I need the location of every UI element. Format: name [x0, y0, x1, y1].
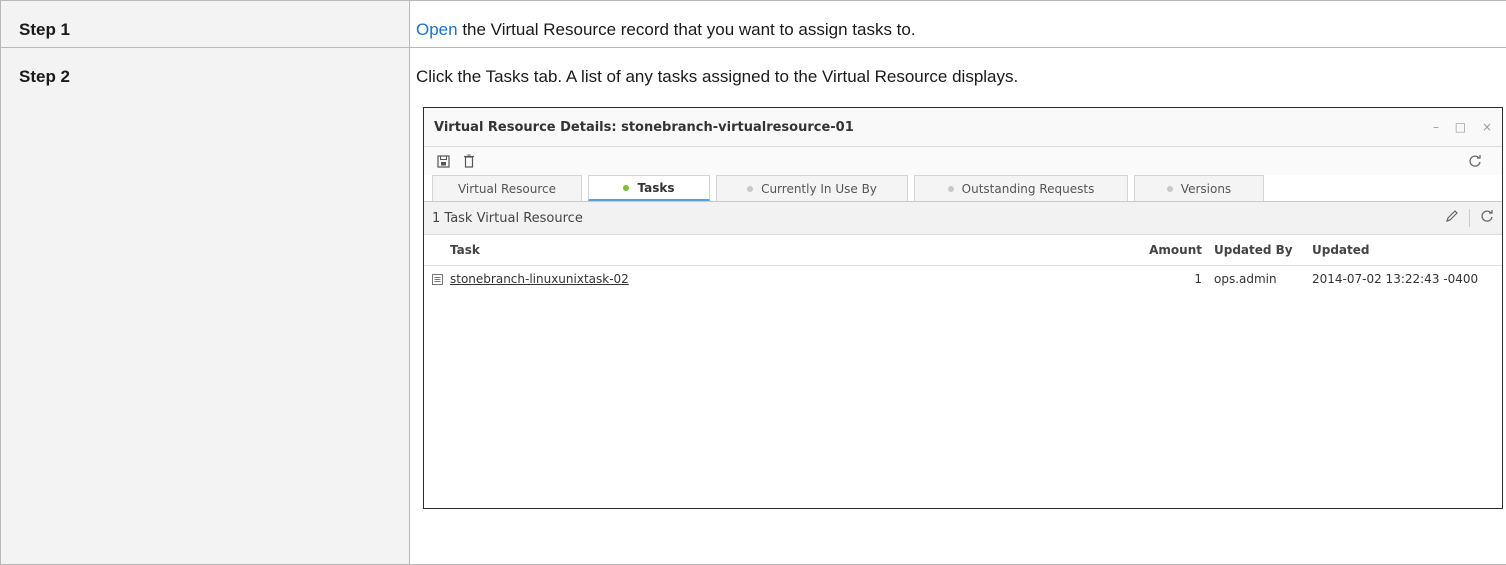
task-record-icon	[424, 273, 450, 285]
step-body-cell: Click the Tasks tab. A list of any tasks…	[409, 47, 1506, 565]
tab-tasks[interactable]: Tasks	[588, 175, 710, 201]
status-dot-icon	[947, 185, 954, 192]
step-row-2: Step 2 Click the Tasks tab. A list of an…	[0, 47, 1506, 565]
table-row[interactable]: stonebranch-linuxunixtask-02 1 ops.admin…	[424, 266, 1502, 292]
open-link[interactable]: Open	[416, 20, 458, 39]
step-1-text: Open the Virtual Resource record that yo…	[410, 1, 1506, 40]
step-2-text: Click the Tasks tab. A list of any tasks…	[416, 67, 1019, 86]
tab-label: Outstanding Requests	[961, 181, 1095, 196]
column-header-task[interactable]: Task	[450, 243, 1144, 257]
column-header-updated-by[interactable]: Updated By	[1214, 243, 1312, 257]
save-icon[interactable]	[434, 152, 452, 170]
window-toolbar	[424, 147, 1502, 175]
task-table-header: Task Amount Updated By Updated	[424, 235, 1502, 266]
task-list-title: 1 Task Virtual Resource	[432, 210, 583, 226]
column-header-updated[interactable]: Updated	[1312, 243, 1502, 257]
virtual-resource-details-window: Virtual Resource Details: stonebranch-vi…	[423, 107, 1503, 509]
window-title-bar: Virtual Resource Details: stonebranch-vi…	[424, 108, 1502, 147]
refresh-icon[interactable]	[1466, 152, 1484, 170]
step-2-label: Step 2	[19, 67, 71, 86]
step-label-cell: Step 1	[0, 0, 410, 48]
tab-label: Versions	[1180, 181, 1232, 196]
column-header-amount[interactable]: Amount	[1144, 243, 1214, 257]
edit-icon[interactable]	[1445, 209, 1459, 227]
step-1-text-rest: the Virtual Resource record that you wan…	[457, 20, 916, 39]
maximize-icon[interactable]: □	[1455, 120, 1466, 134]
status-dot-icon	[747, 185, 754, 192]
updated-by-cell: ops.admin	[1214, 272, 1277, 286]
task-cell: stonebranch-linuxunixtask-02	[450, 272, 1144, 286]
task-list-header: 1 Task Virtual Resource	[424, 202, 1502, 235]
detail-tabs: Virtual Resource Tasks Currently In Use …	[424, 175, 1502, 202]
status-dot-icon	[1166, 185, 1173, 192]
amount-cell: 1	[1194, 272, 1202, 286]
tab-currently-in-use-by[interactable]: Currently In Use By	[716, 175, 908, 201]
step-1-label: Step 1	[19, 20, 71, 39]
close-icon[interactable]: ×	[1482, 120, 1492, 134]
tab-virtual-resource[interactable]: Virtual Resource	[432, 175, 582, 201]
divider	[1469, 209, 1470, 227]
window-controls: – □ ×	[1421, 120, 1492, 134]
window-title: Virtual Resource Details: stonebranch-vi…	[434, 119, 854, 135]
list-refresh-icon[interactable]	[1480, 209, 1494, 227]
step-body-cell: Open the Virtual Resource record that yo…	[409, 0, 1506, 48]
tab-label: Virtual Resource	[457, 181, 557, 196]
task-link[interactable]: stonebranch-linuxunixtask-02	[450, 272, 629, 286]
tab-outstanding-requests[interactable]: Outstanding Requests	[914, 175, 1128, 201]
step-row-1: Step 1 Open the Virtual Resource record …	[0, 0, 1506, 48]
updated-cell: 2014-07-02 13:22:43 -0400	[1312, 272, 1479, 286]
tab-versions[interactable]: Versions	[1134, 175, 1264, 201]
tab-label: Tasks	[637, 180, 675, 195]
tab-label: Currently In Use By	[761, 181, 877, 196]
steps-table: Step 1 Open the Virtual Resource record …	[0, 0, 1506, 565]
step-label-cell: Step 2	[0, 47, 410, 565]
status-dot-icon	[623, 184, 630, 191]
minimize-icon[interactable]: –	[1433, 120, 1439, 134]
delete-icon[interactable]	[460, 152, 478, 170]
